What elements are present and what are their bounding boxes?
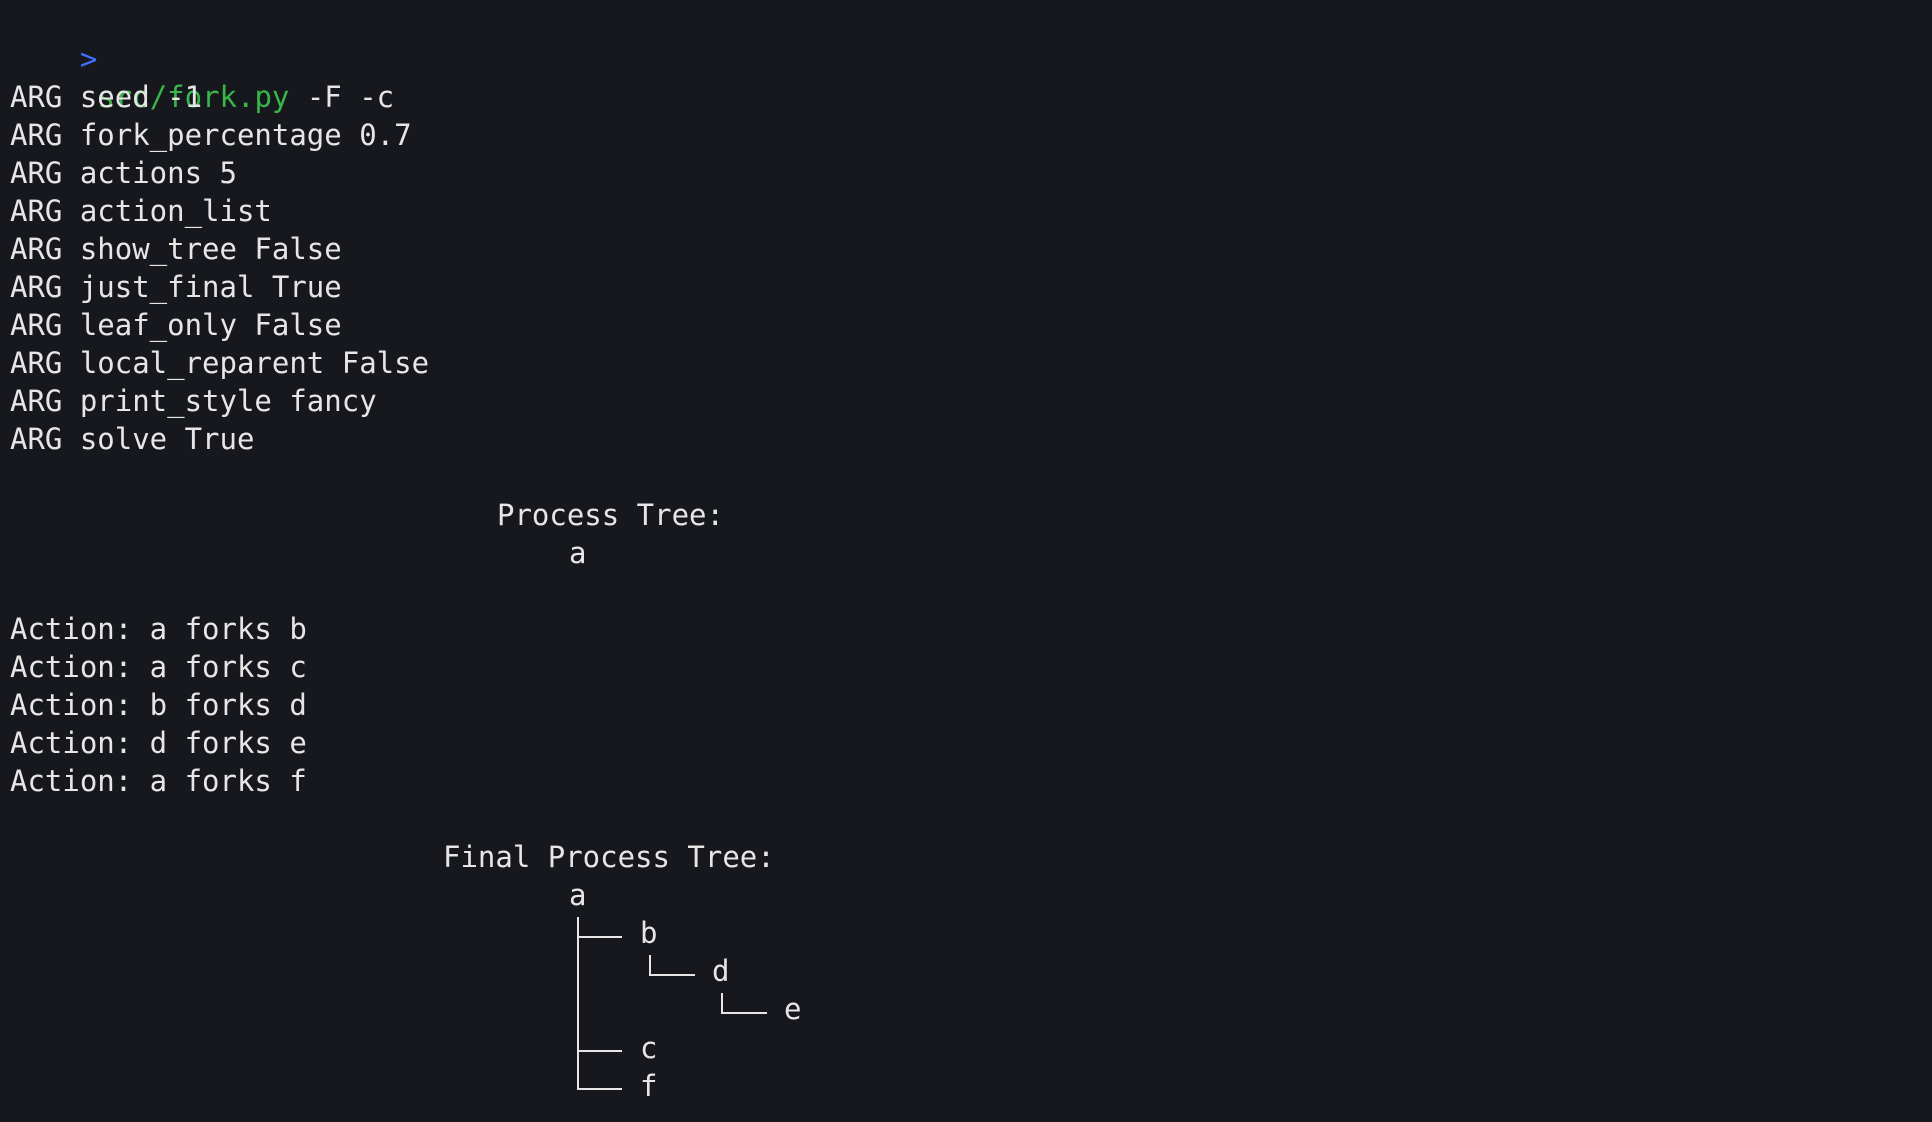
process-tree-title: Process Tree: [497, 498, 724, 532]
action-line: Action: a forks c [10, 650, 307, 684]
arg-line: ARG fork_percentage 0.7 [10, 118, 412, 152]
process-tree-root: a [569, 536, 587, 570]
arg-line: ARG just_final True [10, 270, 342, 304]
action-line: Action: a forks f [10, 764, 307, 798]
tree-connector-d-vertical [649, 955, 651, 975]
command-args: -F -c [289, 80, 395, 114]
tree-connector-f [577, 1088, 622, 1090]
tree-connector-c [577, 1050, 622, 1052]
prompt-symbol: > [79, 42, 98, 76]
arg-line: ARG seed -1 [10, 80, 203, 114]
final-tree-root: a [569, 878, 587, 912]
terminal-window[interactable]: > src/fork.py -F -c ARG seed -1 ARG fork… [0, 0, 1932, 1122]
tree-connector-d [649, 974, 695, 976]
arg-line: ARG solve True [10, 422, 255, 456]
tree-node-f: f [640, 1069, 658, 1103]
tree-node-e: e [784, 992, 802, 1026]
tree-connector-e-vertical [721, 993, 723, 1013]
command-prompt-line: > src/fork.py -F -c [10, 2, 394, 114]
action-line: Action: d forks e [10, 726, 307, 760]
arg-line: ARG actions 5 [10, 156, 237, 190]
tree-connector-e [721, 1012, 767, 1014]
action-line: Action: b forks d [10, 688, 307, 722]
arg-line: ARG leaf_only False [10, 308, 342, 342]
tree-node-c: c [640, 1031, 658, 1065]
arg-line: ARG print_style fancy [10, 384, 377, 418]
tree-node-d: d [712, 954, 730, 988]
action-line: Action: a forks b [10, 612, 307, 646]
tree-connector-b [577, 936, 622, 938]
tree-connector-trunk [577, 917, 579, 1090]
arg-line: ARG action_list [10, 194, 272, 228]
tree-node-b: b [640, 916, 658, 950]
arg-line: ARG show_tree False [10, 232, 342, 266]
final-tree-title: Final Process Tree: [443, 840, 775, 874]
arg-line: ARG local_reparent False [10, 346, 430, 380]
